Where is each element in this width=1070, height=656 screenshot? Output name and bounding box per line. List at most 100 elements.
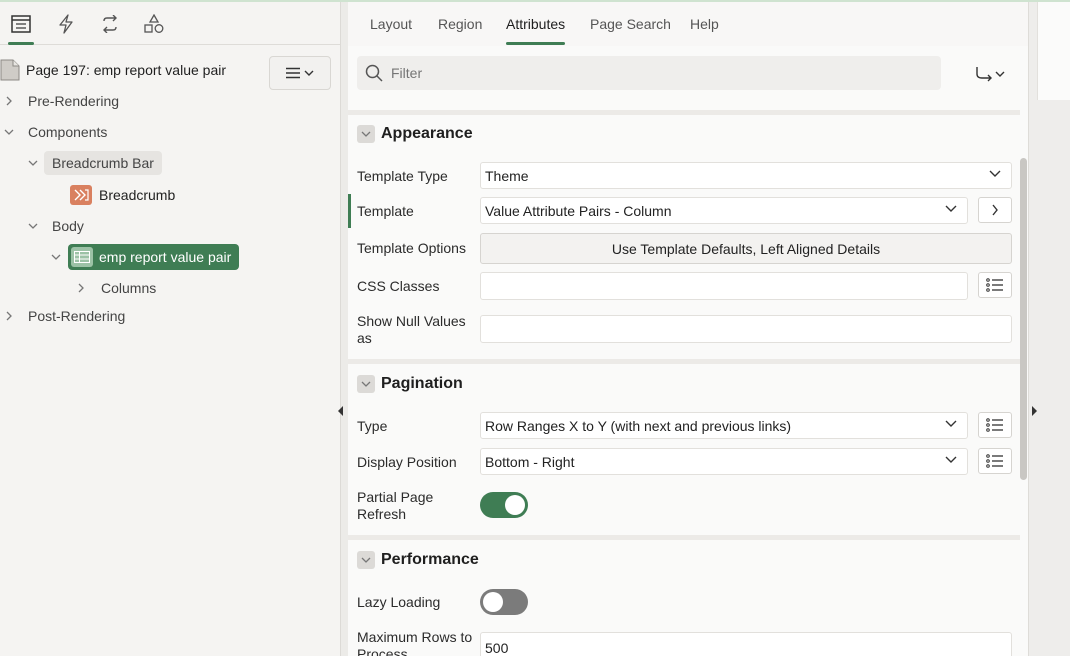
section-divider bbox=[348, 535, 1020, 540]
template-select[interactable]: Value Attribute Pairs - Column bbox=[480, 197, 968, 224]
tree-label: emp report value pair bbox=[99, 249, 232, 265]
section-title: Pagination bbox=[381, 375, 463, 392]
tab-dynamic-actions[interactable] bbox=[54, 12, 78, 36]
page-title: Page 197: emp report value pair bbox=[26, 62, 227, 78]
chevron-down-icon[interactable] bbox=[2, 125, 16, 139]
chevron-right-icon[interactable] bbox=[74, 281, 88, 295]
right-header-strip bbox=[1037, 2, 1070, 100]
breadcrumb-icon bbox=[70, 185, 92, 205]
css-classes-list-button[interactable] bbox=[978, 272, 1012, 298]
section-pagination-header[interactable]: Pagination bbox=[357, 375, 463, 393]
template-type-value: Theme bbox=[485, 167, 529, 184]
pagination-type-value: Row Ranges X to Y (with next and previou… bbox=[485, 417, 792, 434]
collapse-toggle-icon[interactable] bbox=[357, 125, 375, 143]
pagination-type-select[interactable]: Row Ranges X to Y (with next and previou… bbox=[480, 412, 968, 439]
tree-label: Breadcrumb Bar bbox=[44, 151, 162, 175]
toggle-knob bbox=[483, 592, 503, 612]
tree-item-components[interactable]: Components bbox=[2, 119, 107, 145]
tree-menu-button[interactable] bbox=[269, 56, 331, 90]
tab-page-search[interactable]: Page Search bbox=[590, 16, 671, 32]
tree-item-breadcrumb-bar[interactable]: Breadcrumb Bar bbox=[26, 150, 162, 176]
page-title-row[interactable]: Page 197: emp report value pair bbox=[0, 58, 260, 82]
collapse-toggle-icon[interactable] bbox=[357, 375, 375, 393]
chevron-right-icon bbox=[992, 204, 998, 216]
template-type-select[interactable]: Theme bbox=[480, 162, 1012, 189]
tab-attributes[interactable]: Attributes bbox=[506, 16, 566, 45]
display-position-select[interactable]: Bottom - Right bbox=[480, 448, 968, 475]
collapse-toggle-icon[interactable] bbox=[357, 551, 375, 569]
tab-help[interactable]: Help bbox=[690, 16, 719, 32]
maximum-rows-label: Maximum Rows to Process bbox=[357, 629, 473, 656]
template-options-button[interactable]: Use Template Defaults, Left Aligned Deta… bbox=[480, 233, 1012, 264]
current-attribute-marker bbox=[348, 194, 351, 228]
pagination-type-label: Type bbox=[357, 418, 388, 434]
partial-page-refresh-toggle[interactable] bbox=[480, 492, 528, 518]
css-classes-label: CSS Classes bbox=[357, 278, 440, 294]
property-editor-panel: Layout Region Attributes Page Search Hel… bbox=[348, 2, 1028, 656]
chevron-right-icon[interactable] bbox=[2, 94, 16, 108]
chevron-down-icon bbox=[304, 70, 314, 76]
show-null-values-label: Show Null Values as bbox=[357, 313, 466, 346]
selected-region-chip[interactable]: emp report value pair bbox=[68, 244, 240, 270]
tree-item-pre-rendering[interactable]: Pre-Rendering bbox=[2, 88, 119, 114]
tab-shared-components[interactable] bbox=[142, 12, 166, 36]
tree-item-breadcrumb[interactable]: Breadcrumb bbox=[70, 182, 175, 208]
search-icon bbox=[365, 64, 383, 82]
tree-item-region-selected[interactable]: emp report value pair bbox=[49, 244, 240, 270]
template-label: Template bbox=[357, 203, 414, 219]
chevron-right-icon[interactable] bbox=[2, 309, 16, 323]
section-divider bbox=[348, 110, 1020, 115]
expand-right-icon[interactable] bbox=[1032, 406, 1038, 416]
chevron-down-icon[interactable] bbox=[49, 250, 63, 264]
scrollbar-thumb[interactable] bbox=[1020, 158, 1027, 480]
css-classes-input[interactable] bbox=[480, 272, 968, 300]
lazy-loading-toggle[interactable] bbox=[480, 589, 528, 615]
chevron-down-icon bbox=[989, 170, 1001, 177]
go-to-template-button[interactable] bbox=[978, 197, 1012, 223]
maximum-rows-input[interactable]: 500 bbox=[480, 632, 1012, 656]
tree-label: Post-Rendering bbox=[28, 308, 126, 324]
filter-input[interactable] bbox=[391, 65, 911, 81]
tree-item-post-rendering[interactable]: Post-Rendering bbox=[2, 303, 125, 329]
list-icon bbox=[986, 278, 1003, 292]
page-icon bbox=[0, 59, 20, 81]
processing-loop-icon bbox=[103, 15, 117, 33]
chevron-down-icon bbox=[945, 205, 957, 212]
tab-rendering[interactable] bbox=[8, 12, 34, 45]
panel-splitter[interactable] bbox=[338, 2, 348, 656]
filter-box[interactable] bbox=[357, 56, 941, 90]
go-to-group-button[interactable] bbox=[970, 62, 1010, 86]
tab-processing[interactable] bbox=[98, 12, 122, 36]
show-null-values-input[interactable] bbox=[480, 315, 1012, 343]
tree-item-columns[interactable]: Columns bbox=[74, 275, 156, 301]
tree-label: Breadcrumb bbox=[99, 187, 176, 203]
tree-label: Columns bbox=[101, 280, 157, 296]
shared-components-icon bbox=[144, 14, 164, 33]
display-position-list-button[interactable] bbox=[978, 448, 1012, 474]
section-title: Performance bbox=[381, 551, 479, 568]
chevron-down-icon[interactable] bbox=[26, 219, 40, 233]
chevron-down-icon bbox=[995, 71, 1005, 77]
template-type-label: Template Type bbox=[357, 168, 448, 184]
list-icon bbox=[986, 454, 1003, 468]
tab-layout[interactable]: Layout bbox=[370, 16, 412, 32]
report-table-icon bbox=[71, 247, 93, 267]
partial-page-refresh-label: Partial Page Refresh bbox=[357, 489, 434, 522]
section-performance-header[interactable]: Performance bbox=[357, 551, 479, 569]
collapse-left-icon[interactable] bbox=[338, 406, 344, 416]
tab-region[interactable]: Region bbox=[438, 16, 482, 32]
tree-item-body[interactable]: Body bbox=[26, 213, 84, 239]
rendering-tree-panel: Page 197: emp report value pair Pre-Rend… bbox=[0, 2, 340, 656]
left-panel-tabs bbox=[0, 2, 340, 45]
go-to-arrow-icon bbox=[976, 67, 992, 82]
right-collapsed-panel bbox=[1028, 2, 1070, 656]
tree-label: Body bbox=[52, 218, 84, 234]
template-options-label: Template Options bbox=[357, 240, 466, 256]
pagination-type-list-button[interactable] bbox=[978, 412, 1012, 438]
chevron-down-icon[interactable] bbox=[26, 156, 40, 170]
property-tabs: Layout Region Attributes Page Search Hel… bbox=[348, 2, 1028, 46]
template-value: Value Attribute Pairs - Column bbox=[485, 202, 672, 219]
section-appearance-header[interactable]: Appearance bbox=[357, 125, 473, 143]
lazy-loading-label: Lazy Loading bbox=[357, 594, 441, 610]
section-divider bbox=[348, 359, 1020, 364]
